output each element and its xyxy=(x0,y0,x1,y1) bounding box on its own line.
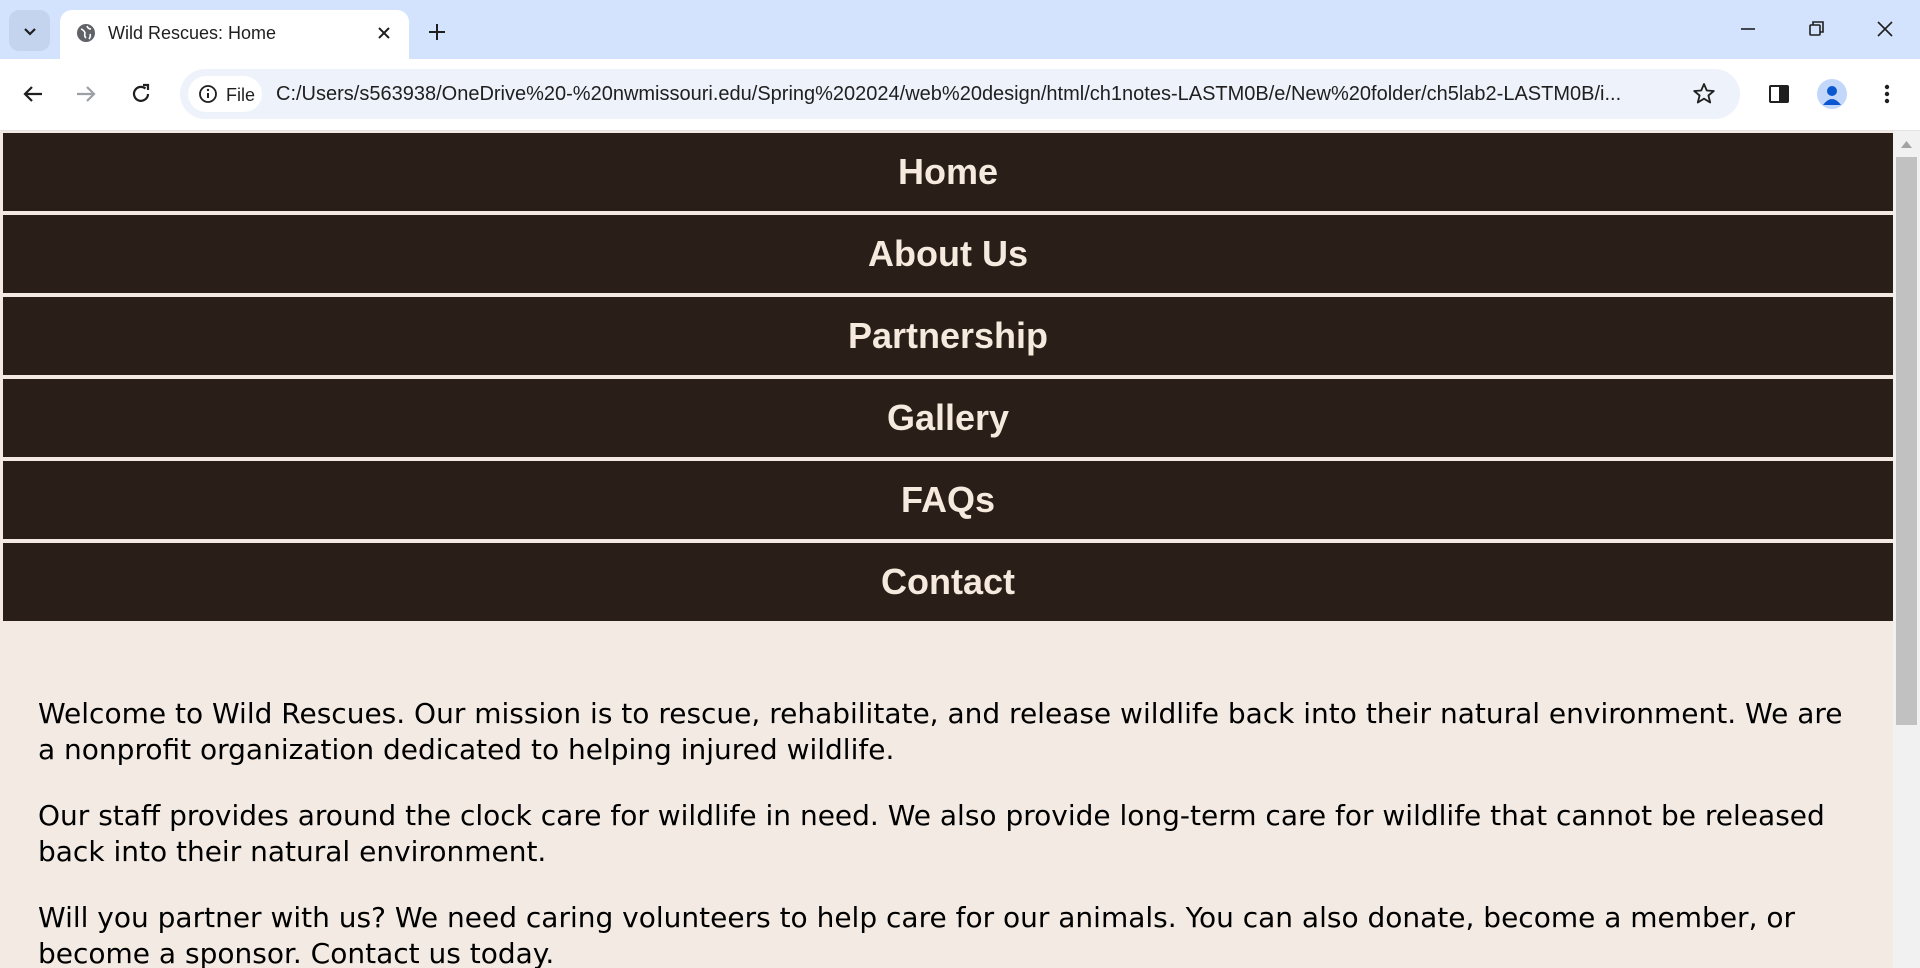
active-tab[interactable]: Wild Rescues: Home xyxy=(60,10,409,59)
nav-item-about-us[interactable]: About Us xyxy=(3,215,1893,293)
reload-icon[interactable] xyxy=(126,79,156,109)
nav-item-partnership[interactable]: Partnership xyxy=(3,297,1893,375)
nav-item-contact[interactable]: Contact xyxy=(3,543,1893,621)
url-text[interactable]: C:/Users/s563938/OneDrive%20-%20nwmissou… xyxy=(276,82,1676,106)
nav-item-faqs[interactable]: FAQs xyxy=(3,461,1893,539)
side-panel-icon[interactable] xyxy=(1764,79,1794,109)
browser-toolbar: File C:/Users/s563938/OneDrive%20-%20nwm… xyxy=(0,59,1920,131)
minimize-icon[interactable] xyxy=(1733,14,1763,44)
plus-icon[interactable] xyxy=(422,17,452,47)
forward-arrow-icon[interactable] xyxy=(71,79,101,109)
close-window-icon[interactable] xyxy=(1870,14,1900,44)
person-icon xyxy=(1823,86,1841,105)
paragraph-staff: Our staff provides around the clock care… xyxy=(38,799,1825,868)
page-viewport: Home About Us Partnership Gallery FAQs C… xyxy=(0,131,1893,968)
nav-item-gallery[interactable]: Gallery xyxy=(3,379,1893,457)
scrollbar-thumb[interactable] xyxy=(1896,157,1917,725)
paragraph-welcome: Welcome to Wild Rescues. Our mission is … xyxy=(38,697,1843,766)
star-icon[interactable] xyxy=(1690,80,1718,108)
tab-search-button[interactable] xyxy=(9,10,50,51)
chevron-down-icon xyxy=(23,27,36,36)
back-arrow-icon[interactable] xyxy=(18,79,48,109)
chip-label: File xyxy=(226,85,256,105)
site-info-chip[interactable]: File xyxy=(188,76,262,112)
paragraph-partner: Will you partner with us? We need caring… xyxy=(38,901,1796,968)
profile-avatar[interactable] xyxy=(1817,79,1847,109)
address-bar[interactable]: File C:/Users/s563938/OneDrive%20-%20nwm… xyxy=(180,69,1740,119)
restore-icon[interactable] xyxy=(1801,14,1831,44)
main-content: Welcome to Wild Rescues. Our mission is … xyxy=(38,696,1858,968)
kebab-menu-icon[interactable] xyxy=(1872,79,1902,109)
scroll-up-arrow-icon[interactable] xyxy=(1901,140,1912,148)
tab-strip: Wild Rescues: Home xyxy=(0,0,1920,59)
main-nav: Home About Us Partnership Gallery FAQs C… xyxy=(3,133,1893,625)
nav-item-home[interactable]: Home xyxy=(3,133,1893,211)
vertical-scrollbar[interactable] xyxy=(1893,131,1920,968)
tab-title: Wild Rescues: Home xyxy=(108,23,277,43)
close-icon[interactable] xyxy=(372,21,396,45)
globe-icon xyxy=(77,24,95,42)
info-icon xyxy=(199,85,217,103)
